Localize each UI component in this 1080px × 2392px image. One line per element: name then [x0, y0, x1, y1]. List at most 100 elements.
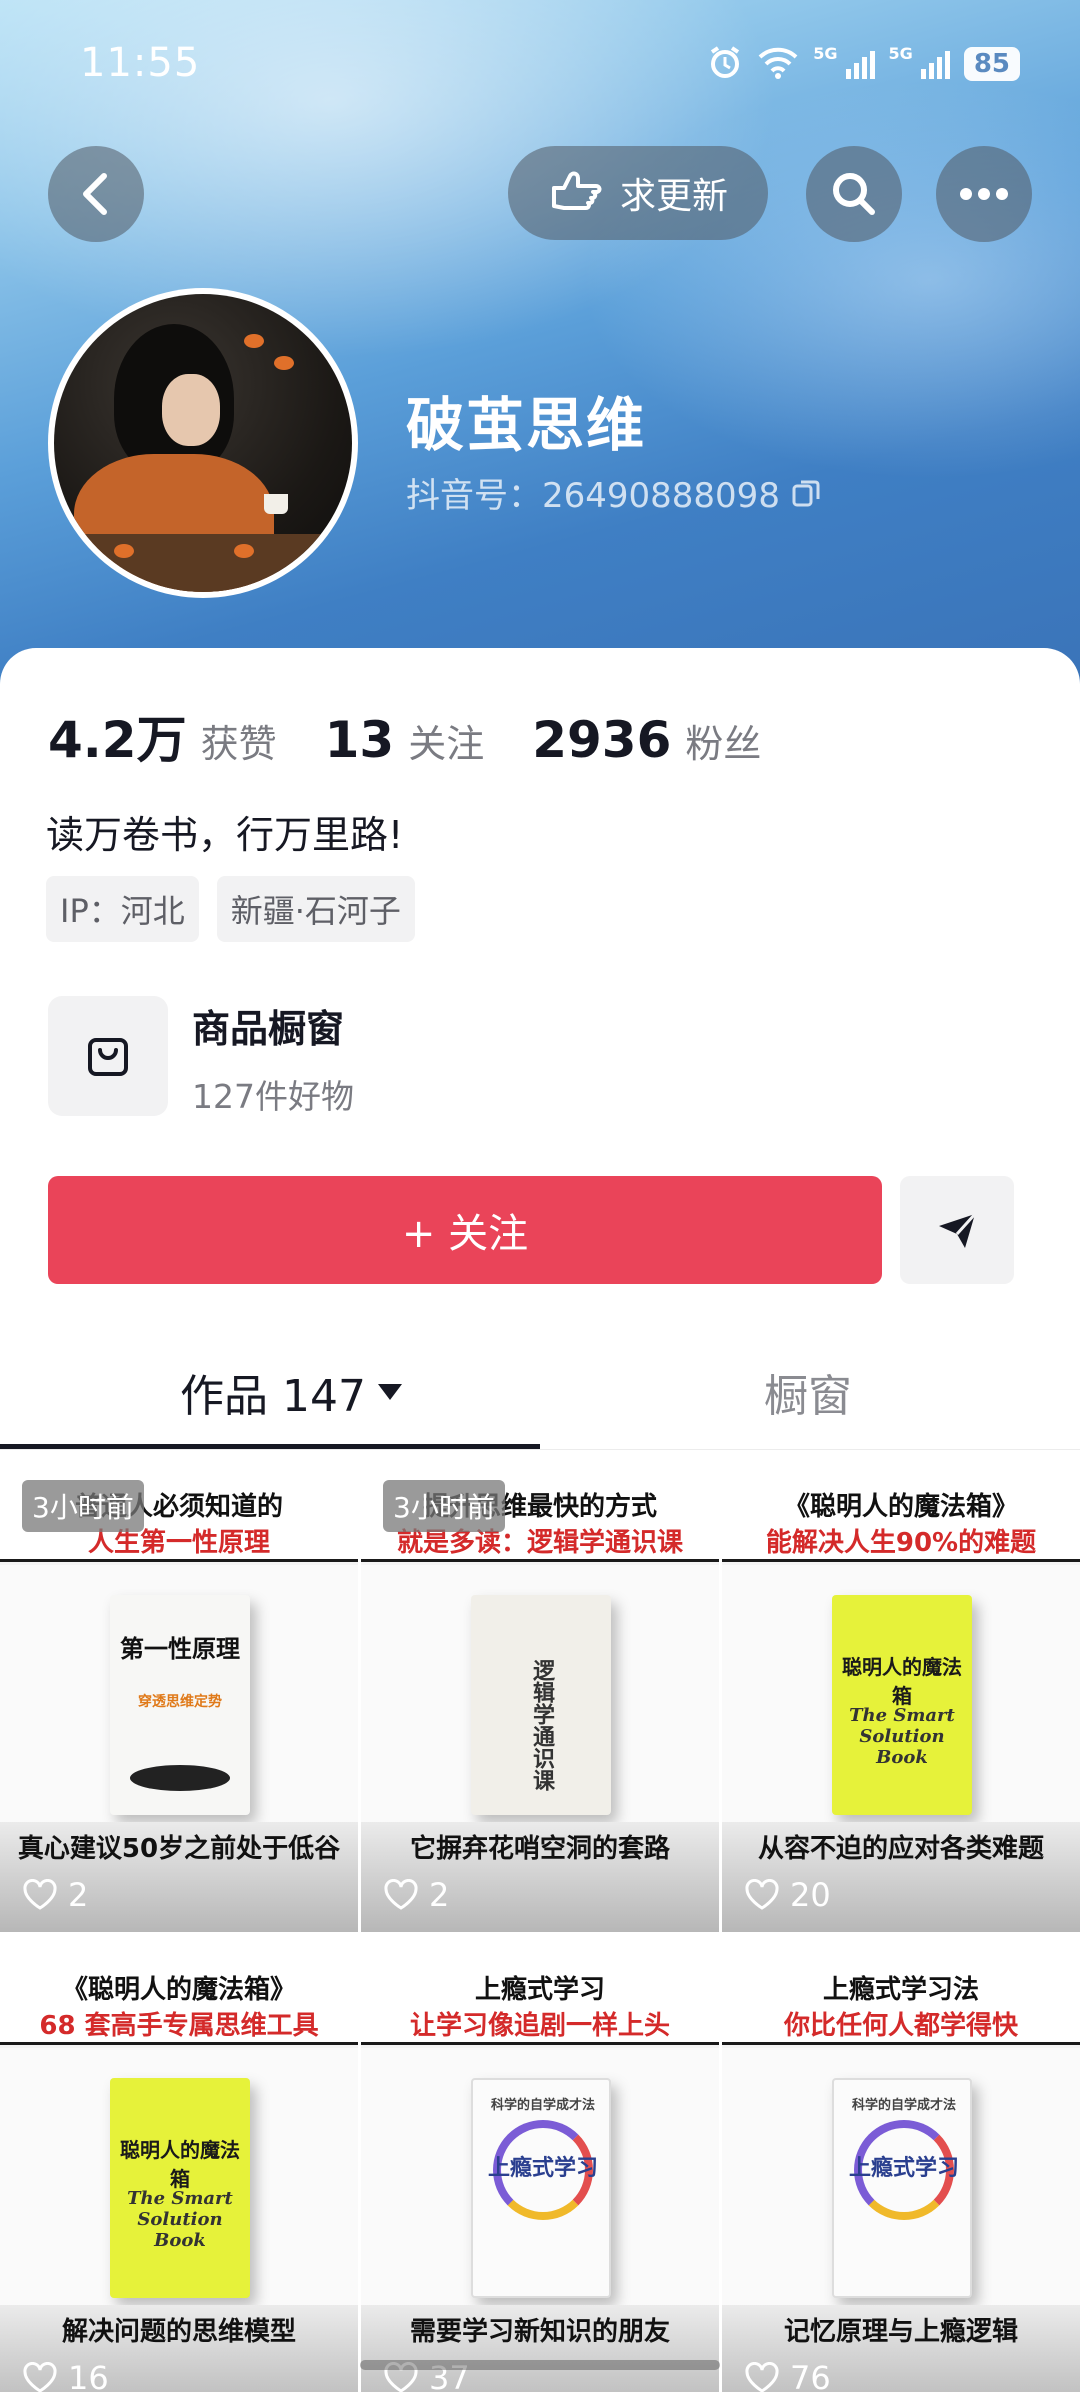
- book-subtitle: The Smart Solution Book: [849, 1705, 955, 1768]
- video-cover: 第一性原理 穿透思维定势: [0, 1565, 358, 1835]
- followers-label: 粉丝: [685, 722, 762, 766]
- like-count: 16: [22, 2359, 109, 2392]
- book-cover-image: 科学的自学成才法 上瘾式学习: [471, 2078, 611, 2298]
- video-title-line1: 上瘾式学习法: [822, 1975, 979, 2005]
- profile-name: 破茧思维: [406, 391, 647, 459]
- tab-works[interactable]: 作品 147: [180, 1360, 404, 1424]
- book-subtitle: The Smart Solution Book: [127, 2188, 233, 2251]
- following-stat[interactable]: 13 关注: [325, 711, 485, 769]
- signal-icon: [845, 49, 875, 79]
- book-title: 上瘾式学习: [848, 2156, 959, 2181]
- copy-icon[interactable]: [790, 477, 822, 509]
- avatar-image: [54, 294, 352, 592]
- heart-icon: [384, 1879, 418, 1910]
- douyin-id: 抖音号：26490888098: [406, 468, 822, 517]
- video-caption: 从容不迫的应对各类难题: [757, 1834, 1044, 1864]
- video-title-line1: 《聪明人的魔法箱》: [61, 1975, 296, 2005]
- book-title: 第一性原理: [120, 1635, 240, 1663]
- video-cover: 科学的自学成才法 上瘾式学习: [361, 2048, 719, 2318]
- like-count-value: 16: [68, 2359, 109, 2392]
- video-thumbnail[interactable]: 《聪明人的魔法箱》 68 套高手专属思维工具 聪明人的魔法箱 The Smart…: [0, 1935, 358, 2392]
- status-bar: 11:55 5G 5G 85: [0, 0, 1080, 130]
- followers-count: 2936: [532, 711, 672, 769]
- profile-bio: 读万卷书，行万里路!: [46, 813, 404, 857]
- status-icons: 5G 5G 85: [707, 44, 1020, 84]
- video-thumbnail[interactable]: 上瘾式学习 让学习像追剧一样上头 科学的自学成才法 上瘾式学习 需要学习新知识的…: [361, 1935, 719, 2392]
- video-grid: 3小时前 普通人必须知道的 人生第一性原理 第一性原理 穿透思维定势 真心建议5…: [0, 1452, 1080, 2392]
- search-icon: [833, 173, 875, 215]
- region-tag[interactable]: 新疆·石河子: [216, 876, 415, 942]
- book-title: 聪明人的魔法箱: [120, 2138, 240, 2191]
- book-subtitle: 科学的自学成才法: [490, 2098, 595, 2113]
- video-thumbnail[interactable]: 3小时前 提升思维最快的方式 就是多读：逻辑学通识课 逻辑学通识课 它摒弃花哨空…: [361, 1452, 719, 1932]
- book-title: 上瘾式学习: [487, 2156, 598, 2181]
- network-type-2: 5G: [888, 44, 913, 63]
- video-title-line1: 《聪明人的魔法箱》: [783, 1492, 1018, 1522]
- video-header: 上瘾式学习法 你比任何人都学得快: [722, 1935, 1080, 2045]
- book-cover-image: 聪明人的魔法箱 The Smart Solution Book: [110, 2078, 250, 2298]
- alarm-icon: [707, 44, 743, 84]
- video-thumbnail[interactable]: 《聪明人的魔法箱》 能解决人生90%的难题 聪明人的魔法箱 The Smart …: [722, 1452, 1080, 1932]
- follow-label: + 关注: [401, 1211, 529, 1257]
- heart-icon: [745, 2362, 779, 2392]
- tab-works-label: 作品 147: [180, 1371, 366, 1422]
- request-update-label: 求更新: [619, 176, 728, 217]
- video-header: 《聪明人的魔法箱》 能解决人生90%的难题: [722, 1452, 1080, 1562]
- video-caption: 它摒弃花哨空洞的套路: [409, 1834, 670, 1864]
- book-cover-image: 聪明人的魔法箱 The Smart Solution Book: [832, 1595, 972, 1815]
- heart-icon: [23, 1879, 57, 1910]
- book-title: 逻辑学通识课: [529, 1659, 554, 1791]
- tab-showcase-label: 橱窗: [764, 1371, 852, 1422]
- video-header: 上瘾式学习 让学习像追剧一样上头: [361, 1935, 719, 2045]
- request-update-button[interactable]: 求更新: [508, 146, 768, 240]
- network-type-1: 5G: [813, 44, 838, 63]
- like-count-value: 2: [68, 1876, 89, 1914]
- follow-button[interactable]: + 关注: [48, 1176, 882, 1284]
- paper-plane-icon: [939, 1212, 977, 1248]
- avatar[interactable]: [48, 288, 358, 598]
- back-button[interactable]: [48, 146, 144, 242]
- book-subtitle: 科学的自学成才法: [851, 2098, 956, 2113]
- video-caption: 需要学习新知识的朋友: [409, 2317, 670, 2347]
- more-dots-icon: [960, 188, 1008, 200]
- profile-stats: 4.2万 获赞 13 关注 2936 粉丝: [48, 700, 809, 772]
- video-thumbnail[interactable]: 3小时前 普通人必须知道的 人生第一性原理 第一性原理 穿透思维定势 真心建议5…: [0, 1452, 358, 1932]
- following-label: 关注: [408, 722, 485, 766]
- following-count: 13: [324, 711, 395, 769]
- caret-down-icon[interactable]: [376, 1382, 404, 1402]
- ip-location-tag: IP：河北: [46, 876, 199, 942]
- likes-count: 4.2万: [48, 711, 187, 769]
- like-count: 20: [744, 1876, 831, 1914]
- tab-divider: [0, 1449, 1080, 1450]
- like-count-value: 76: [790, 2359, 831, 2392]
- wifi-icon: [757, 45, 799, 83]
- search-button[interactable]: [806, 146, 902, 242]
- heart-icon: [23, 2362, 57, 2392]
- likes-stat[interactable]: 4.2万 获赞: [48, 700, 277, 772]
- followers-stat[interactable]: 2936 粉丝: [532, 711, 761, 769]
- video-title-line2: 68 套高手专属思维工具: [39, 2011, 319, 2041]
- chevron-left-icon: [83, 173, 107, 215]
- book-cover-image: 逻辑学通识课: [471, 1595, 611, 1815]
- book-subtitle: 穿透思维定势: [138, 1694, 222, 1710]
- like-count: 76: [744, 2359, 831, 2392]
- status-time: 11:55: [80, 40, 201, 86]
- tab-showcase[interactable]: 橱窗: [764, 1360, 852, 1424]
- home-indicator[interactable]: [360, 2360, 720, 2370]
- like-count-value: 20: [790, 1876, 831, 1914]
- video-title-line2: 让学习像追剧一样上头: [409, 2011, 670, 2041]
- video-cover: 科学的自学成才法 上瘾式学习: [722, 2048, 1080, 2318]
- video-cover: 聪明人的魔法箱 The Smart Solution Book: [722, 1565, 1080, 1835]
- showcase-icon-box[interactable]: [48, 996, 168, 1116]
- like-count: 2: [22, 1876, 88, 1914]
- video-cover: 逻辑学通识课: [361, 1565, 719, 1835]
- video-caption: 真心建议50岁之前处于低谷: [17, 1834, 341, 1864]
- time-badge: 3小时前: [22, 1480, 144, 1532]
- video-thumbnail[interactable]: 上瘾式学习法 你比任何人都学得快 科学的自学成才法 上瘾式学习 记忆原理与上瘾逻…: [722, 1935, 1080, 2392]
- send-message-button[interactable]: [900, 1176, 1014, 1284]
- showcase-subtitle[interactable]: 127件好物: [192, 1070, 354, 1118]
- like-count: 2: [383, 1876, 449, 1914]
- more-options-button[interactable]: [936, 146, 1032, 242]
- like-count-value: 2: [429, 1876, 450, 1914]
- showcase-title[interactable]: 商品橱窗: [192, 998, 344, 1053]
